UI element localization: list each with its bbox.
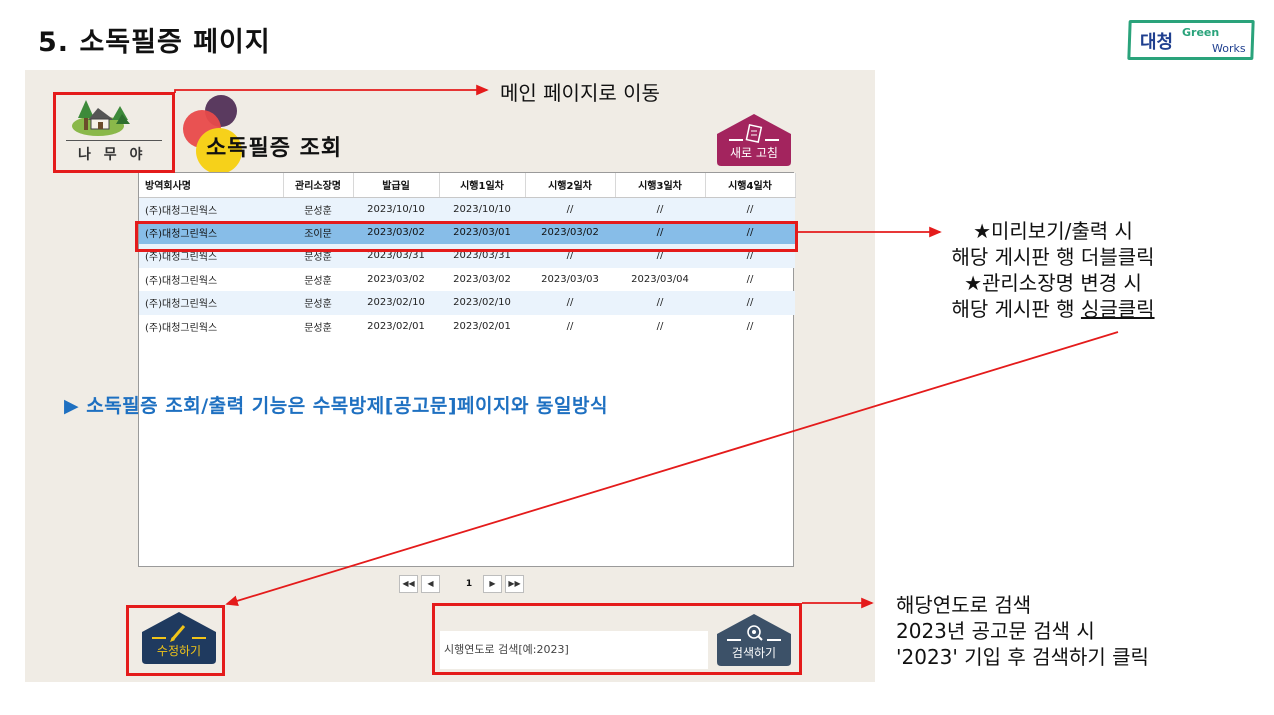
- arrow-to-edit-button: [225, 331, 1119, 607]
- search-note-line-1: 해당연도로 검색: [896, 593, 1032, 617]
- row-note-line-3: ★관리소장명 변경 시: [964, 271, 1142, 295]
- search-note-line-3: '2023' 기입 후 검색하기 클릭: [896, 645, 1149, 669]
- search-note: 해당연도로 검색 2023년 공고문 검색 시 '2023' 기입 후 검색하기…: [896, 592, 1149, 670]
- row-note-line-4a: 해당 게시판 행: [951, 297, 1081, 321]
- row-action-note: ★미리보기/출력 시 해당 게시판 행 더블클릭 ★관리소장명 변경 시 해당 …: [908, 218, 1198, 322]
- same-method-note: ▶ 소독필증 조회/출력 기능은 수목방제[공고문]페이지와 동일방식: [64, 395, 608, 417]
- row-note-line-4b: 싱글클릭: [1080, 297, 1155, 321]
- main-page-note: 메인 페이지로 이동: [500, 81, 660, 105]
- row-note-line-1: ★미리보기/출력 시: [973, 219, 1133, 243]
- search-note-line-2: 2023년 공고문 검색 시: [896, 619, 1095, 643]
- row-note-line-2: 해당 게시판 행 더블클릭: [951, 245, 1155, 269]
- arrow-to-main-page-note: [174, 84, 489, 96]
- row-note-line-4: 해당 게시판 행 싱글클릭: [908, 296, 1198, 322]
